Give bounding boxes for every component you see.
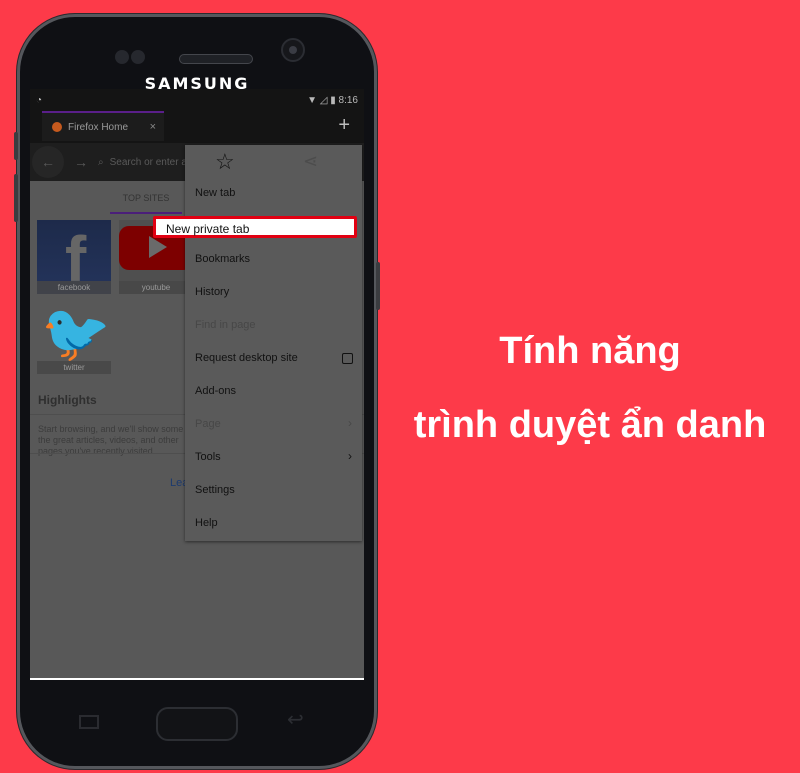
request-desktop-checkbox[interactable] [342, 353, 353, 364]
menu-item-tools[interactable]: Tools [195, 451, 221, 463]
status-bar: ◔ ▼ ◿ ▮ 8:16 [30, 89, 364, 111]
tab-top-sites[interactable]: TOP SITES [110, 193, 182, 203]
tab-indicator [110, 212, 182, 214]
firefox-icon: ◔ [36, 94, 43, 106]
back-key-icon[interactable]: ↩ [287, 707, 304, 732]
headline-line-2: trình duyệt ẩn danh [413, 404, 767, 446]
menu-item-request-desktop-site[interactable]: Request desktop site [195, 352, 298, 364]
recent-apps-icon[interactable] [79, 715, 99, 729]
back-button[interactable]: ← [32, 146, 64, 178]
menu-item-page: Page [195, 418, 221, 430]
wifi-icon: ▼ [307, 94, 317, 106]
twitter-icon: 🐦 [41, 301, 111, 364]
menu-item-settings[interactable]: Settings [195, 484, 235, 496]
earpiece-speaker [179, 54, 253, 64]
menu-icon-row: ☆ ⋖ [185, 145, 362, 181]
chevron-right-icon: › [348, 416, 352, 430]
status-right: ▼ ◿ ▮ 8:16 [307, 95, 358, 106]
menu-item-find-in-page: Find in page [195, 319, 256, 331]
hardware-nav-bar: ↩ [17, 699, 377, 749]
volume-down-button[interactable] [14, 174, 18, 222]
overflow-menu: ☆ ⋖ New tab Bookmarks History Find in pa… [185, 145, 362, 541]
search-icon: ⌕ [98, 156, 104, 168]
clock: 8:16 [338, 94, 358, 106]
power-button[interactable] [376, 262, 380, 310]
top-site-label: facebook [37, 281, 111, 294]
top-site-twitter[interactable]: 🐦 twitter [37, 300, 111, 374]
menu-item-new-private-tab[interactable]: New private tab [153, 216, 357, 238]
top-site-facebook[interactable]: f facebook [37, 220, 111, 294]
firefox-favicon-icon [52, 122, 62, 132]
battery-icon: ▮ [330, 94, 336, 106]
share-icon[interactable]: ⋖ [303, 151, 318, 172]
menu-item-help[interactable]: Help [195, 517, 218, 529]
phone-screen: ◔ ▼ ◿ ▮ 8:16 Firefox Home × + ← → ⌕ Sear… [30, 89, 364, 680]
menu-item-new-tab[interactable]: New tab [195, 187, 235, 199]
forward-button[interactable]: → [74, 154, 88, 170]
headline-line-1: Tính năng [499, 330, 681, 372]
chevron-right-icon: › [348, 449, 352, 463]
new-tab-icon[interactable]: + [338, 114, 350, 137]
bookmark-star-icon[interactable]: ☆ [215, 149, 235, 175]
menu-item-history[interactable]: History [195, 286, 229, 298]
menu-item-add-ons[interactable]: Add-ons [195, 385, 236, 397]
no-sim-icon: ◿ [319, 94, 328, 106]
light-sensor [131, 50, 145, 64]
volume-up-button[interactable] [14, 132, 18, 160]
highlights-heading: Highlights [38, 393, 97, 407]
top-site-label: twitter [37, 361, 111, 374]
proximity-sensor [115, 50, 129, 64]
menu-item-bookmarks[interactable]: Bookmarks [195, 253, 250, 265]
home-button[interactable] [156, 707, 238, 741]
top-site-label: youtube [119, 281, 193, 294]
screen-bottom-edge [30, 678, 364, 680]
close-tab-icon[interactable]: × [150, 121, 156, 133]
tab-title: Firefox Home [68, 121, 129, 133]
browser-tab[interactable]: Firefox Home × [42, 111, 164, 141]
front-camera [281, 38, 305, 62]
tab-strip: Firefox Home × + [30, 111, 364, 143]
play-icon [149, 236, 167, 258]
new-private-tab-label: New private tab [166, 222, 250, 236]
